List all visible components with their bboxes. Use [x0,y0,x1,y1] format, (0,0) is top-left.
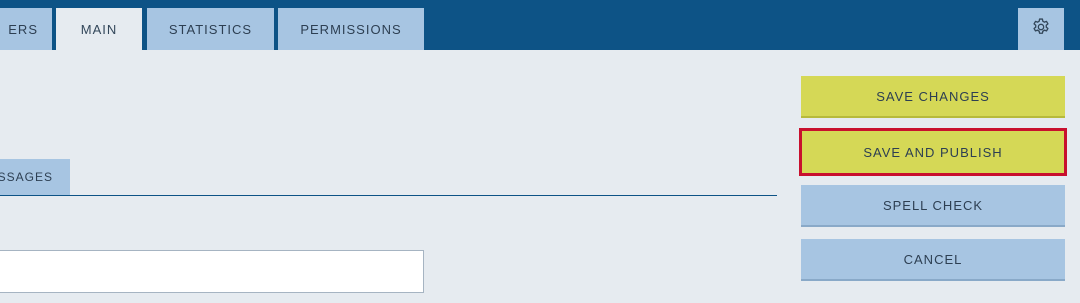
text-input-field[interactable] [0,250,424,293]
spell-check-button[interactable]: SPELL CHECK [801,185,1065,227]
tab-main[interactable]: MAIN [56,8,142,50]
subtab-divider [0,195,777,196]
save-changes-button[interactable]: SAVE CHANGES [801,76,1065,118]
settings-button[interactable] [1018,8,1064,50]
gear-icon [1031,17,1051,42]
tab-statistics[interactable]: STATISTICS [147,8,274,50]
cancel-button[interactable]: CANCEL [801,239,1065,281]
subtab-messages[interactable]: SSAGES [0,159,70,195]
save-and-publish-button[interactable]: SAVE AND PUBLISH [799,128,1067,176]
tab-permissions[interactable]: PERMISSIONS [278,8,424,50]
tab-ers[interactable]: ERS [0,8,52,50]
top-navigation-bar: ERS MAIN STATISTICS PERMISSIONS [0,0,1080,50]
